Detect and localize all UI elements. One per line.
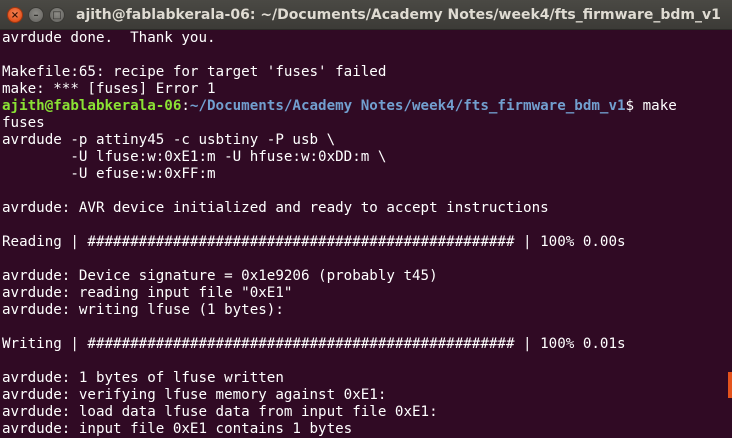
terminal-line: -U efuse:w:0xFF:m (2, 166, 216, 182)
terminal-line: make: *** [fuses] Error 1 (2, 81, 216, 97)
terminal-line: fuses (2, 115, 45, 131)
terminal-window: × – □ ajith@fablabkerala-06: ~/Documents… (0, 0, 732, 438)
scrollbar-indicator[interactable] (728, 372, 732, 398)
terminal-line: Makefile:65: recipe for target 'fuses' f… (2, 64, 387, 80)
terminal-line: avrdude: writing lfuse (1 bytes): (2, 302, 284, 318)
progress-line-writing: Writing | ##############################… (2, 336, 626, 352)
prompt-separator: : (181, 98, 190, 114)
prompt-line: ajith@fablabkerala-06:~/Documents/Academ… (2, 98, 732, 115)
terminal-line: avrdude: load data lfuse data from input… (2, 404, 438, 420)
title-bar[interactable]: × – □ ajith@fablabkerala-06: ~/Documents… (0, 0, 732, 30)
prompt-path: ~/Documents/Academy Notes/week4/fts_firm… (189, 98, 626, 114)
prompt-user-host: ajith@fablabkerala-06 (2, 98, 182, 114)
window-title: ajith@fablabkerala-06: ~/Documents/Acade… (76, 7, 721, 23)
terminal-line: avrdude: Device signature = 0x1e9206 (pr… (2, 268, 438, 284)
terminal-line: avrdude: input file 0xE1 contains 1 byte… (2, 421, 353, 437)
terminal-line: avrdude: AVR device initialized and read… (2, 200, 549, 216)
terminal-line: avrdude -p attiny45 -c usbtiny -P usb \ (2, 132, 336, 148)
terminal-line: avrdude: verifying lfuse memory against … (2, 387, 387, 403)
terminal-line: avrdude: reading input file "0xE1" (2, 285, 293, 301)
minimize-icon: – (33, 10, 39, 21)
prompt-command: $ make (625, 98, 677, 114)
maximize-button[interactable]: □ (49, 7, 65, 23)
close-button[interactable]: × (7, 7, 23, 23)
maximize-icon: □ (52, 10, 62, 21)
terminal-line: avrdude: 1 bytes of lfuse written (2, 370, 284, 386)
close-icon: × (10, 10, 20, 21)
terminal-line: -U lfuse:w:0xE1:m -U hfuse:w:0xDD:m \ (2, 149, 387, 165)
terminal-output[interactable]: avrdude done. Thank you. Makefile:65: re… (0, 30, 732, 438)
minimize-button[interactable]: – (28, 7, 44, 23)
terminal-line: avrdude done. Thank you. (2, 30, 216, 46)
progress-line-reading: Reading | ##############################… (2, 234, 626, 250)
